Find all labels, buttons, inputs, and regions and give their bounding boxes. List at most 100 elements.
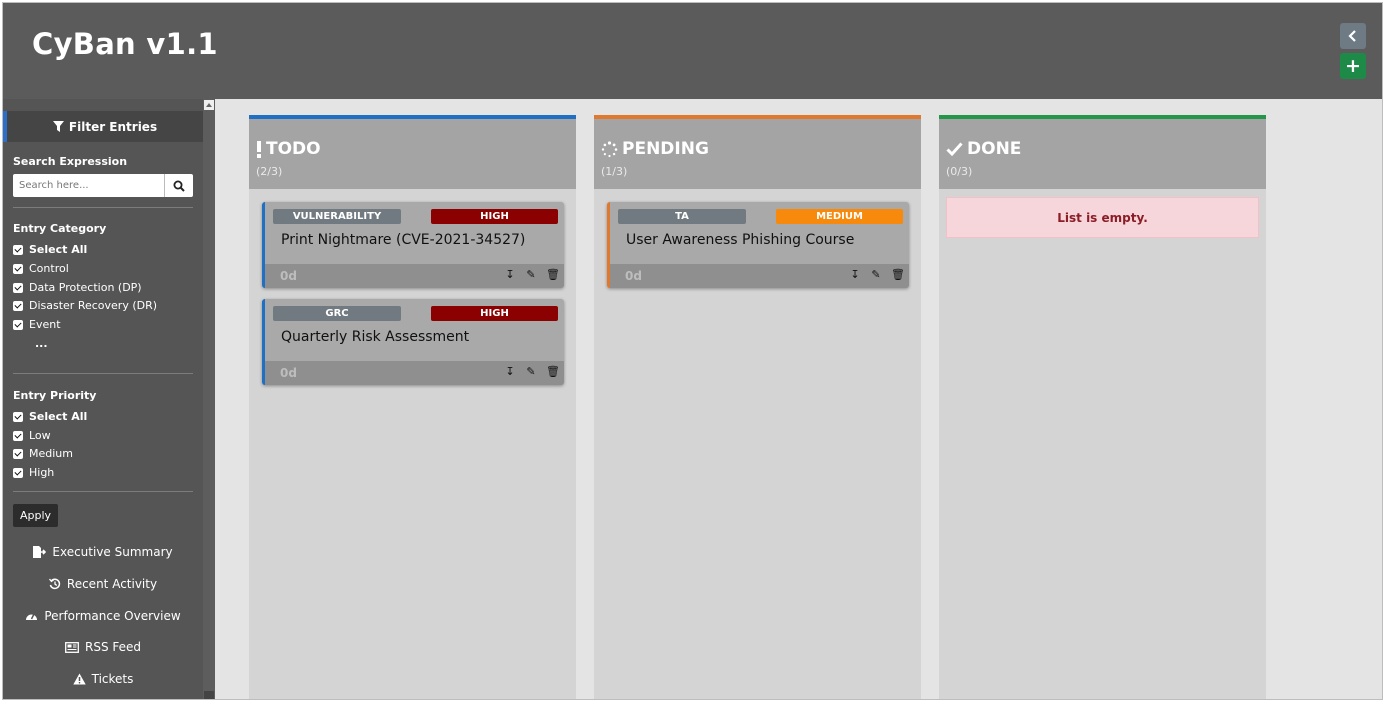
category-badge: VULNERABILITY xyxy=(273,209,401,224)
edit-icon[interactable]: ✎ xyxy=(870,268,882,281)
recent-activity-link[interactable]: Recent Activity xyxy=(3,577,203,591)
filter-icon xyxy=(52,121,64,132)
trash-icon[interactable]: 🗑 xyxy=(546,365,560,378)
card-actions: ↧ ✎ 🗑 xyxy=(504,365,560,378)
entry-card[interactable]: GRC HIGH Quarterly Risk Assessment 0d ↧ … xyxy=(262,299,564,385)
sidebar-scrollbar[interactable] xyxy=(203,99,215,699)
check-icon xyxy=(946,142,963,156)
warning-icon xyxy=(72,673,86,685)
priority-badge: HIGH xyxy=(431,209,558,224)
category-data-protection[interactable]: Data Protection (DP) xyxy=(13,281,142,294)
chevron-left-icon xyxy=(1348,30,1356,42)
performance-overview-link[interactable]: Performance Overview xyxy=(3,609,203,623)
more-categories-button[interactable]: ... xyxy=(35,337,48,350)
plus-icon: + xyxy=(1345,55,1361,77)
divider xyxy=(13,491,193,492)
move-down-icon[interactable]: ↧ xyxy=(849,268,861,281)
column-count: (1/3) xyxy=(601,165,628,178)
empty-list-message: List is empty. xyxy=(946,197,1259,238)
checkbox[interactable] xyxy=(13,263,23,274)
entry-card[interactable]: TA MEDIUM User Awareness Phishing Course… xyxy=(607,202,909,288)
filter-entries-header[interactable]: Filter Entries xyxy=(3,111,203,142)
link-label: Recent Activity xyxy=(66,577,158,591)
priority-badge: HIGH xyxy=(431,306,558,321)
checkbox-label: Control xyxy=(29,262,69,275)
checkbox-label: Low xyxy=(29,429,51,442)
link-label: Executive Summary xyxy=(52,545,173,559)
column-header: PENDING (1/3) xyxy=(594,115,921,189)
checkbox[interactable] xyxy=(13,319,23,330)
executive-summary-link[interactable]: Executive Summary xyxy=(3,545,203,559)
checkbox-label: Select All xyxy=(29,410,88,423)
add-entry-button[interactable]: + xyxy=(1340,53,1366,79)
entry-priority-label: Entry Priority xyxy=(13,389,97,402)
app-title: CyBan v1.1 xyxy=(32,27,218,61)
card-title: Quarterly Risk Assessment xyxy=(281,329,470,345)
checkbox-label: Select All xyxy=(29,243,88,256)
column-done: DONE (0/3) List is empty. xyxy=(939,115,1266,699)
divider xyxy=(13,373,193,374)
column-header: DONE (0/3) xyxy=(939,115,1266,189)
column-title-label: PENDING xyxy=(622,139,709,159)
edit-icon[interactable]: ✎ xyxy=(525,365,537,378)
checkbox[interactable] xyxy=(13,411,23,422)
link-label: Tickets xyxy=(91,672,134,686)
category-disaster-recovery[interactable]: Disaster Recovery (DR) xyxy=(13,299,157,312)
checkbox-label: Event xyxy=(29,318,61,331)
entry-card[interactable]: VULNERABILITY HIGH Print Nightmare (CVE-… xyxy=(262,202,564,288)
edit-icon[interactable]: ✎ xyxy=(525,268,537,281)
card-title: User Awareness Phishing Course xyxy=(626,232,855,248)
history-icon xyxy=(48,578,61,590)
move-down-icon[interactable]: ↧ xyxy=(504,268,516,281)
card-age: 0d xyxy=(625,269,642,283)
column-title: TODO xyxy=(256,139,321,159)
filter-entries-label: Filter Entries xyxy=(68,119,158,134)
checkbox[interactable] xyxy=(13,467,23,478)
move-down-icon[interactable]: ↧ xyxy=(504,365,516,378)
trash-icon[interactable]: 🗑 xyxy=(891,268,905,281)
category-control[interactable]: Control xyxy=(13,262,69,275)
checkbox[interactable] xyxy=(13,244,23,255)
priority-badge: MEDIUM xyxy=(776,209,903,224)
gauge-icon xyxy=(26,613,38,620)
column-count: (0/3) xyxy=(946,165,973,178)
checkbox[interactable] xyxy=(13,300,23,311)
search-box xyxy=(13,174,193,197)
scroll-down-arrow[interactable] xyxy=(204,691,214,699)
column-title: DONE xyxy=(946,139,1021,159)
category-event[interactable]: Event xyxy=(13,318,61,331)
card-age: 0d xyxy=(280,366,297,380)
checkbox[interactable] xyxy=(13,448,23,459)
apply-button[interactable]: Apply xyxy=(13,504,59,527)
column-header: TODO (2/3) xyxy=(249,115,576,189)
checkbox-label: Data Protection (DP) xyxy=(29,281,142,294)
trash-icon[interactable]: 🗑 xyxy=(546,268,560,281)
category-select-all[interactable]: Select All xyxy=(13,243,87,256)
link-label: Performance Overview xyxy=(44,609,181,623)
card-age: 0d xyxy=(280,269,297,283)
search-button[interactable] xyxy=(164,174,193,197)
divider xyxy=(13,207,193,208)
scroll-up-arrow[interactable] xyxy=(204,100,214,110)
priority-high[interactable]: High xyxy=(13,466,54,479)
collapse-sidebar-button[interactable] xyxy=(1340,23,1366,49)
tickets-link[interactable]: Tickets xyxy=(3,672,203,686)
entry-category-label: Entry Category xyxy=(13,222,107,235)
checkbox[interactable] xyxy=(13,282,23,293)
priority-low[interactable]: Low xyxy=(13,429,51,442)
priority-medium[interactable]: Medium xyxy=(13,447,73,460)
column-title-label: TODO xyxy=(266,139,321,159)
priority-select-all[interactable]: Select All xyxy=(13,410,87,423)
category-badge: GRC xyxy=(273,306,401,321)
column-todo: TODO (2/3) VULNERABILITY HIGH Print Nigh… xyxy=(249,115,576,699)
checkbox[interactable] xyxy=(13,430,23,441)
newspaper-icon xyxy=(65,641,79,653)
sidebar: Filter Entries Search Expression Entry C… xyxy=(3,99,203,699)
column-title-label: DONE xyxy=(967,139,1022,159)
column-title: PENDING xyxy=(601,139,709,159)
search-input[interactable] xyxy=(13,174,164,197)
card-footer: 0d ↧ ✎ 🗑 xyxy=(265,361,564,385)
search-icon xyxy=(173,180,185,192)
category-badge: TA xyxy=(618,209,746,224)
rss-feed-link[interactable]: RSS Feed xyxy=(3,640,203,654)
